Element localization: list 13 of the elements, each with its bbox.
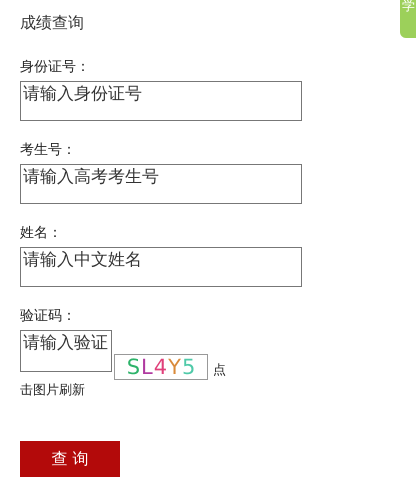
input-field[interactable]: 请输入验证 (20, 330, 112, 372)
refresh-hint: 击图片刷新 (20, 382, 86, 400)
field-label: 身份证号： (20, 58, 91, 76)
field-label: 验证码： (20, 307, 77, 325)
input-field[interactable]: 请输入中文姓名 (20, 247, 302, 287)
captcha-image[interactable]: SL4Y5 (114, 354, 208, 380)
field-label: 考生号： (20, 141, 77, 159)
input-field[interactable]: 请输入高考考生号 (20, 164, 302, 204)
submit-button[interactable]: 查 询 (20, 441, 120, 477)
refresh-hint: 点 (213, 362, 226, 379)
page-title: 成绩查询 (20, 12, 85, 34)
field-label: 姓名： (20, 224, 63, 242)
input-field[interactable]: 请输入身份证号 (20, 81, 302, 121)
